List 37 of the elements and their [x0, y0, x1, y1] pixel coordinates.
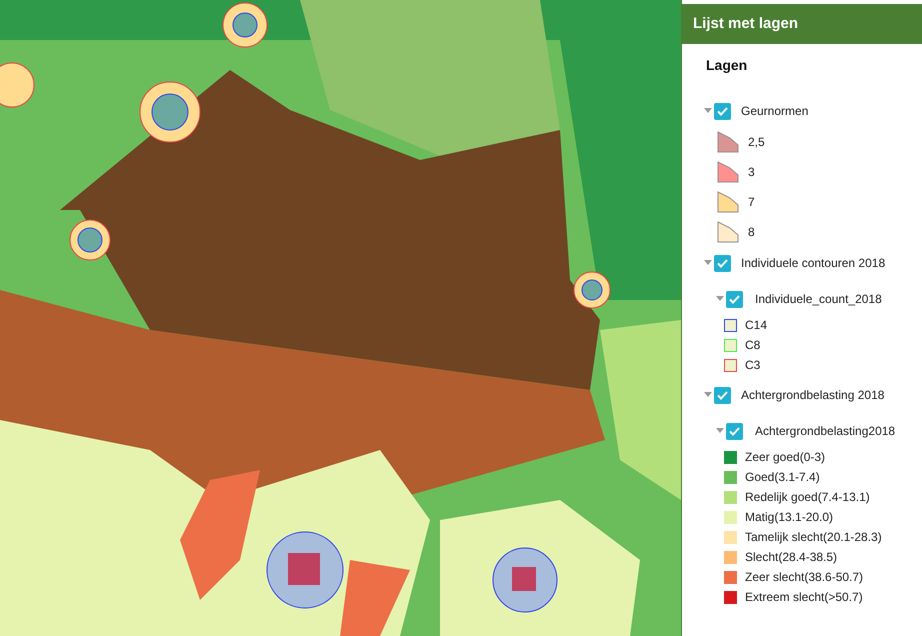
layer-checkbox[interactable] — [726, 290, 743, 308]
check-icon — [717, 390, 728, 400]
panel-heading: Lagen — [705, 56, 748, 75]
legend-label: C3 — [745, 357, 760, 374]
legend-label: Zeer slecht(38.6-50.7) — [745, 569, 864, 586]
legend-label: Matig(13.1-20.0) — [745, 509, 834, 526]
layer-name[interactable]: Achtergrondbelasting2018 — [745, 422, 896, 440]
layer-name[interactable]: Geurnormen — [733, 102, 808, 120]
layer-checkbox[interactable] — [726, 422, 743, 440]
check-icon — [717, 258, 728, 268]
legend-label: Slecht(28.4-38.5) — [745, 549, 838, 566]
layer-checkbox[interactable] — [714, 102, 731, 120]
layer-name[interactable]: Individuele contouren 2018 — [733, 254, 886, 272]
caret-icon[interactable] — [704, 392, 712, 398]
legend-label: Redelijk goed(7.4-13.1) — [745, 489, 870, 506]
legend-label: Zeer goed(0-3) — [745, 449, 826, 466]
legend-label: Extreem slecht(>50.7) — [745, 589, 863, 606]
caret-icon[interactable] — [704, 108, 712, 114]
layer-checkbox[interactable] — [714, 386, 731, 404]
caret-icon[interactable] — [704, 260, 712, 266]
legend-label: C14 — [745, 317, 768, 334]
check-icon — [729, 426, 740, 436]
layer-name[interactable]: Achtergrondbelasting 2018 — [733, 386, 884, 404]
caret-icon[interactable] — [716, 296, 724, 302]
legend-label: C8 — [745, 337, 760, 354]
layer-name[interactable]: Individuele_count_2018 — [745, 290, 882, 308]
legend-label: Tamelijk slecht(20.1-28.3) — [745, 529, 882, 546]
legend-label: 7 — [748, 194, 755, 211]
check-icon — [729, 294, 740, 304]
legend-label: Goed(3.1-7.4) — [745, 469, 820, 486]
legend-label: 2,5 — [748, 134, 765, 151]
legend-label: 8 — [748, 224, 755, 241]
check-icon — [717, 106, 728, 116]
panel-title: Lijst met lagen — [682, 4, 922, 44]
legend-label: 3 — [748, 164, 755, 181]
layer-checkbox[interactable] — [714, 254, 731, 272]
caret-icon[interactable] — [716, 428, 724, 434]
